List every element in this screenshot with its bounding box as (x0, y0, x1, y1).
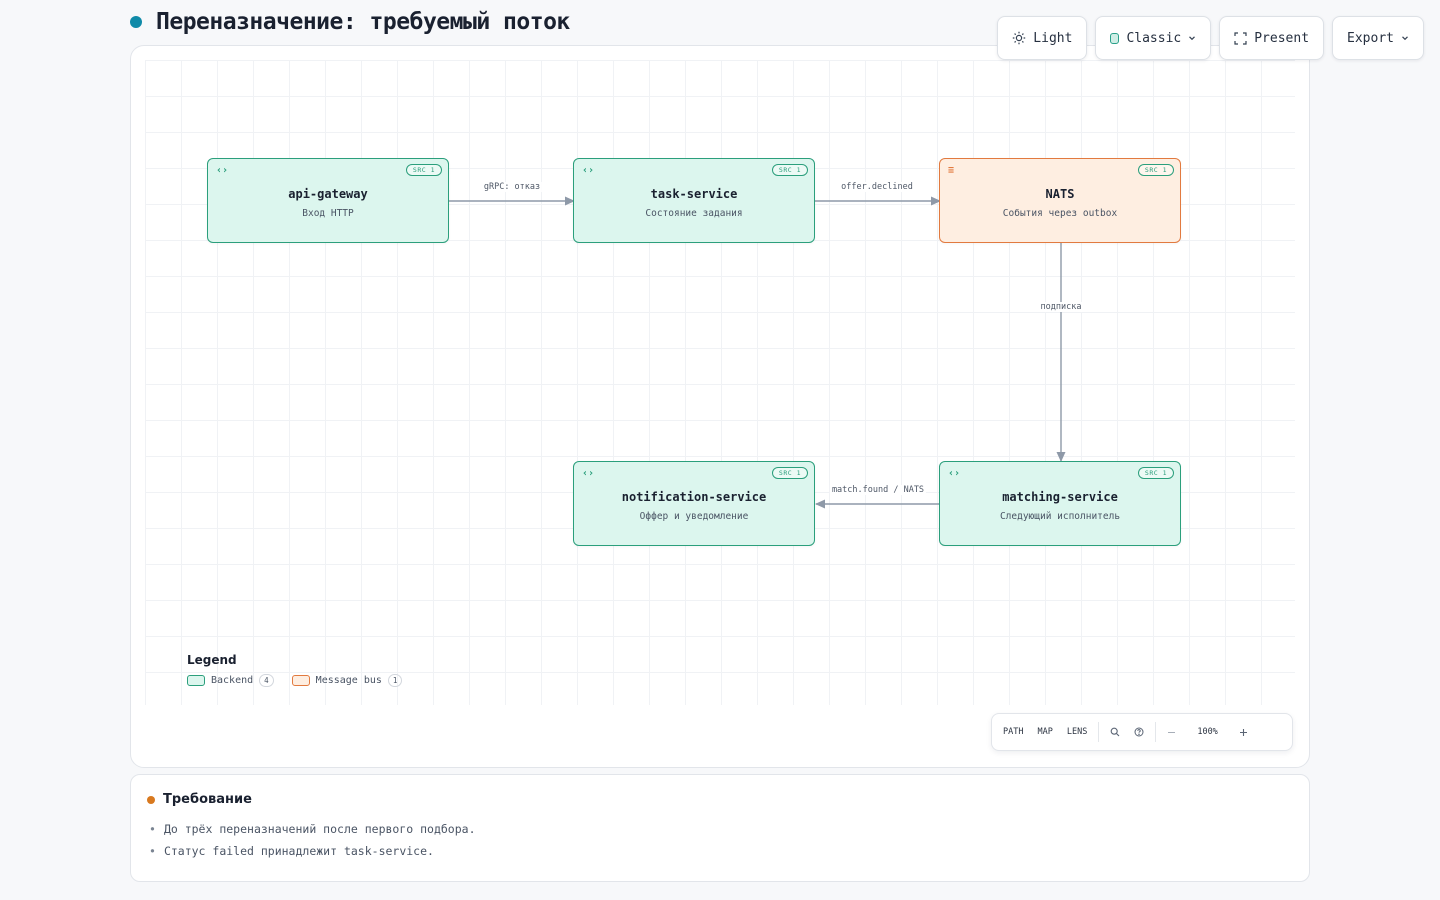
source-badge: SRC 1 (1137, 164, 1174, 176)
code-icon: ‹› (582, 165, 595, 176)
code-icon: ‹› (216, 165, 229, 176)
node-subtitle: Состояние задания (645, 207, 743, 219)
help-icon (1134, 727, 1144, 737)
requirement-item: Статус failed принадлежит task-service. (149, 844, 476, 858)
plus-icon (1239, 728, 1247, 736)
edge-label: подписка (1038, 302, 1084, 312)
legend-label: Backend (211, 675, 254, 686)
chevron-down-icon (1402, 36, 1408, 41)
requirement-title: Требование (163, 792, 252, 807)
fullscreen-icon (1234, 31, 1247, 45)
code-icon: ‹› (948, 468, 961, 479)
style-select-button[interactable]: Classic (1095, 16, 1212, 60)
source-badge: SRC 1 (771, 467, 808, 479)
legend-swatch (291, 675, 310, 686)
node-matching-service[interactable]: ‹› SRC 1 matching-service Следующий испо… (939, 461, 1181, 546)
node-name: NATS (1045, 186, 1075, 201)
legend-count: 4 (259, 674, 274, 687)
legend-title: Legend (187, 653, 237, 667)
theme-label: Light (1033, 30, 1073, 46)
node-api-gateway[interactable]: ‹› SRC 1 api-gateway Вход HTTP (207, 158, 449, 243)
diagram-canvas[interactable]: gRPC: отказ offer.declined подписка matc… (130, 45, 1310, 768)
present-button[interactable]: Present (1219, 16, 1325, 60)
legend-item-backend[interactable]: Backend 4 (187, 674, 274, 687)
zoom-level: 100% (1197, 727, 1218, 737)
export-label: Export (1347, 30, 1394, 46)
style-label: Classic (1126, 30, 1182, 46)
zoom-out-button[interactable] (1160, 728, 1183, 737)
title-row: Переназначение: требуемый поток (130, 6, 570, 38)
path-button[interactable]: PATH (996, 727, 1030, 737)
minus-icon (1168, 731, 1176, 733)
edge-label: gRPC: отказ (481, 182, 543, 192)
node-subtitle: События через outbox (1002, 207, 1118, 219)
search-icon (1110, 727, 1120, 737)
edge-label: match.found / NATS (829, 485, 927, 495)
node-notification-service[interactable]: ‹› SRC 1 notification-service Оффер и ув… (573, 461, 815, 546)
zoom-in-button[interactable] (1232, 728, 1255, 737)
requirement-item: До трёх переназначений после первого под… (149, 822, 476, 836)
node-name: api-gateway (288, 186, 368, 201)
divider (1155, 722, 1157, 742)
source-badge: SRC 1 (1137, 467, 1174, 479)
legend-count: 1 (387, 674, 403, 687)
node-name: task-service (650, 186, 738, 201)
code-icon: ‹› (582, 468, 595, 479)
node-subtitle: Оффер и уведомление (639, 510, 749, 522)
message-bus-icon: ≡ (948, 165, 955, 176)
legend-label: Message bus (315, 675, 382, 686)
sun-icon (1013, 31, 1026, 45)
legend-swatch (187, 675, 205, 686)
title-dot (130, 16, 142, 28)
toolbar: Light Classic Present Export (997, 16, 1424, 60)
present-label: Present (1254, 30, 1310, 46)
source-badge: SRC 1 (405, 164, 442, 176)
requirement-dot (147, 795, 155, 804)
edge-label: offer.declined (839, 182, 915, 192)
export-button[interactable]: Export (1332, 16, 1424, 60)
theme-toggle-button[interactable]: Light (997, 16, 1088, 60)
node-subtitle: Вход HTTP (302, 207, 354, 219)
node-name: notification-service (621, 489, 767, 504)
lens-button[interactable]: LENS (1060, 727, 1094, 737)
page-title: Переназначение: требуемый поток (156, 9, 570, 35)
source-badge: SRC 1 (771, 164, 808, 176)
divider (1098, 722, 1100, 742)
style-swatch (1110, 32, 1120, 44)
legend-item-message-bus[interactable]: Message bus 1 (291, 674, 403, 687)
chevron-down-icon (1189, 36, 1196, 41)
requirement-card: Требование До трёх переназначений после … (130, 774, 1310, 882)
requirement-list: До трёх переназначений после первого под… (149, 822, 476, 866)
node-task-service[interactable]: ‹› SRC 1 task-service Состояние задания (573, 158, 815, 243)
help-button[interactable] (1127, 727, 1151, 737)
legend: Legend Backend 4 Message bus 1 (187, 653, 403, 687)
node-nats[interactable]: ≡ SRC 1 NATS События через outbox (939, 158, 1181, 243)
node-subtitle: Следующий исполнитель (999, 510, 1121, 522)
search-button[interactable] (1103, 727, 1127, 737)
canvas-controls: PATH MAP LENS 100% (991, 713, 1293, 751)
map-button[interactable]: MAP (1030, 727, 1059, 737)
node-name: matching-service (1002, 489, 1118, 504)
